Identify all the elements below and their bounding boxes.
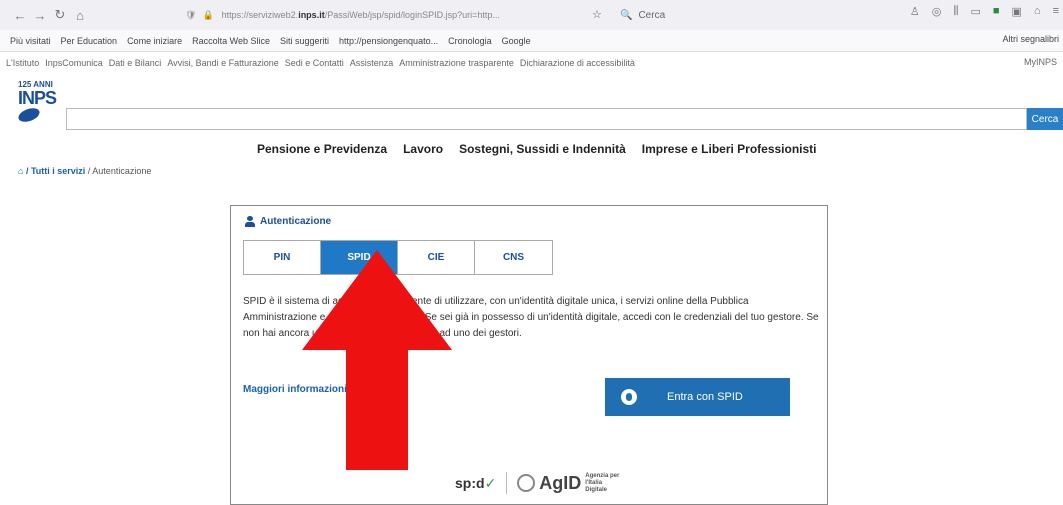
- address-bar[interactable]: 🛡 🔒 https://serviziweb2. inps.it/PassiWeb…: [185, 5, 585, 25]
- bookmark-item[interactable]: Come iniziare: [127, 36, 182, 46]
- home-breadcrumb-icon[interactable]: ⌂: [18, 166, 23, 176]
- breadcrumb: ⌂ / Tutti i servizi / Autenticazione: [18, 166, 151, 176]
- extension-icon[interactable]: ■: [993, 5, 1000, 18]
- menu-icon[interactable]: ≡: [1053, 5, 1059, 18]
- bookmark-item[interactable]: Siti suggeriti: [280, 36, 329, 46]
- red-arrow-annotation: [302, 250, 452, 470]
- footer-logos: sp:d✓ AgID Agenzia per l'Italia Digitale: [455, 472, 619, 494]
- url-host: inps.it: [298, 10, 325, 20]
- spid-button-label: Entra con SPID: [667, 391, 743, 403]
- check-icon: ✓: [484, 474, 497, 491]
- home-toolbar-icon[interactable]: ⌂: [1034, 5, 1041, 18]
- bookmark-star-icon[interactable]: ☆: [592, 8, 602, 21]
- auth-title: Autenticazione: [245, 216, 331, 227]
- nav-item[interactable]: Assistenza: [350, 58, 394, 68]
- agid-text: AgID: [539, 472, 582, 493]
- breadcrumb-current: / Autenticazione: [85, 166, 152, 176]
- bookmark-item[interactable]: Cronologia: [448, 36, 492, 46]
- search-icon: 🔍: [620, 9, 633, 21]
- emblem-icon: [517, 474, 536, 492]
- inps-top-nav: L'Istituto InpsComunica Dati e Bilanci A…: [0, 52, 1063, 74]
- menu-item[interactable]: Imprese e Liberi Professionisti: [642, 142, 817, 156]
- library-icon[interactable]: ⫼: [953, 5, 958, 18]
- nav-item[interactable]: Dati e Bilanci: [109, 58, 162, 68]
- shield-icon: 🛡: [185, 9, 197, 20]
- pocket-icon[interactable]: ◎: [932, 5, 942, 18]
- url-prefix: https://serviziweb2.: [221, 10, 299, 20]
- nav-item[interactable]: Amministrazione trasparente: [399, 58, 514, 68]
- search-button[interactable]: Cerca: [1027, 108, 1063, 130]
- menu-item[interactable]: Sostegni, Sussidi e Indennità: [459, 142, 626, 156]
- reload-icon[interactable]: ↻: [50, 7, 70, 23]
- browser-toolbar: ← → ↻ ⌂ 🛡 🔒 https://serviziweb2. inps.it /…: [0, 0, 1063, 30]
- agid-logo: AgID Agenzia per l'Italia Digitale: [517, 473, 619, 494]
- nav-item[interactable]: Avvisi, Bandi e Fatturazione: [167, 58, 278, 68]
- nav-item[interactable]: L'Istituto: [6, 58, 39, 68]
- back-icon[interactable]: ←: [10, 8, 30, 23]
- bookmark-item[interactable]: Più visitati: [10, 36, 51, 46]
- spid-logo-text: sp:d: [455, 474, 485, 491]
- nav-item[interactable]: InpsComunica: [45, 58, 103, 68]
- auth-title-text: Autenticazione: [260, 216, 332, 227]
- account-icon[interactable]: ♙: [910, 5, 920, 18]
- home-icon[interactable]: ⌂: [70, 8, 90, 23]
- browser-search-placeholder: Cerca: [638, 9, 666, 21]
- screenshot-icon[interactable]: ▣: [1012, 5, 1022, 18]
- logo-text: INPS: [18, 88, 57, 108]
- logo-divider: [506, 472, 508, 494]
- bookmark-item[interactable]: Per Education: [61, 36, 118, 46]
- arrow-shape: [302, 250, 452, 470]
- inps-logo[interactable]: 125 ANNI INPS: [16, 80, 58, 150]
- bookmark-item[interactable]: Raccolta Web Slice: [192, 36, 270, 46]
- lock-icon: 🔒: [202, 9, 214, 20]
- browser-search[interactable]: 🔍 Cerca: [620, 5, 820, 25]
- user-icon: [245, 216, 255, 227]
- site-search-input[interactable]: [66, 108, 1027, 130]
- logo-swoosh-icon: [16, 105, 42, 125]
- nav-item[interactable]: Dichiarazione di accessibilità: [520, 58, 635, 68]
- spid-logo: sp:d✓: [455, 475, 496, 492]
- bookmarks-bar: Più visitati Per Education Come iniziare…: [0, 30, 1063, 52]
- other-bookmarks[interactable]: Altri segnalibri: [1002, 34, 1059, 44]
- entra-con-spid-button[interactable]: Entra con SPID: [605, 378, 790, 416]
- spid-user-icon: [621, 389, 637, 405]
- bookmark-item[interactable]: http://pensiongenquato...: [339, 36, 438, 46]
- tab-cns[interactable]: CNS: [475, 241, 552, 274]
- agid-subtitle: Agenzia per l'Italia Digitale: [585, 472, 620, 493]
- url-rest: /PassiWeb/jsp/spid/loginSPID.jsp?uri=htt…: [324, 10, 500, 20]
- main-menu: Pensione e Previdenza Lavoro Sostegni, S…: [257, 142, 817, 156]
- nav-item[interactable]: Sedi e Contatti: [285, 58, 344, 68]
- forward-icon[interactable]: →: [30, 8, 50, 23]
- sidebar-icon[interactable]: ▭: [970, 5, 980, 18]
- menu-item[interactable]: Pensione e Previdenza: [257, 142, 387, 156]
- menu-item[interactable]: Lavoro: [403, 142, 443, 156]
- bookmark-item[interactable]: Google: [502, 36, 531, 46]
- breadcrumb-link[interactable]: / Tutti i servizi: [26, 166, 85, 176]
- myinps-link[interactable]: MyINPS: [1024, 57, 1057, 67]
- toolbar-icons: ♙ ◎ ⫼ ▭ ■ ▣ ⌂ ≡: [910, 5, 1059, 18]
